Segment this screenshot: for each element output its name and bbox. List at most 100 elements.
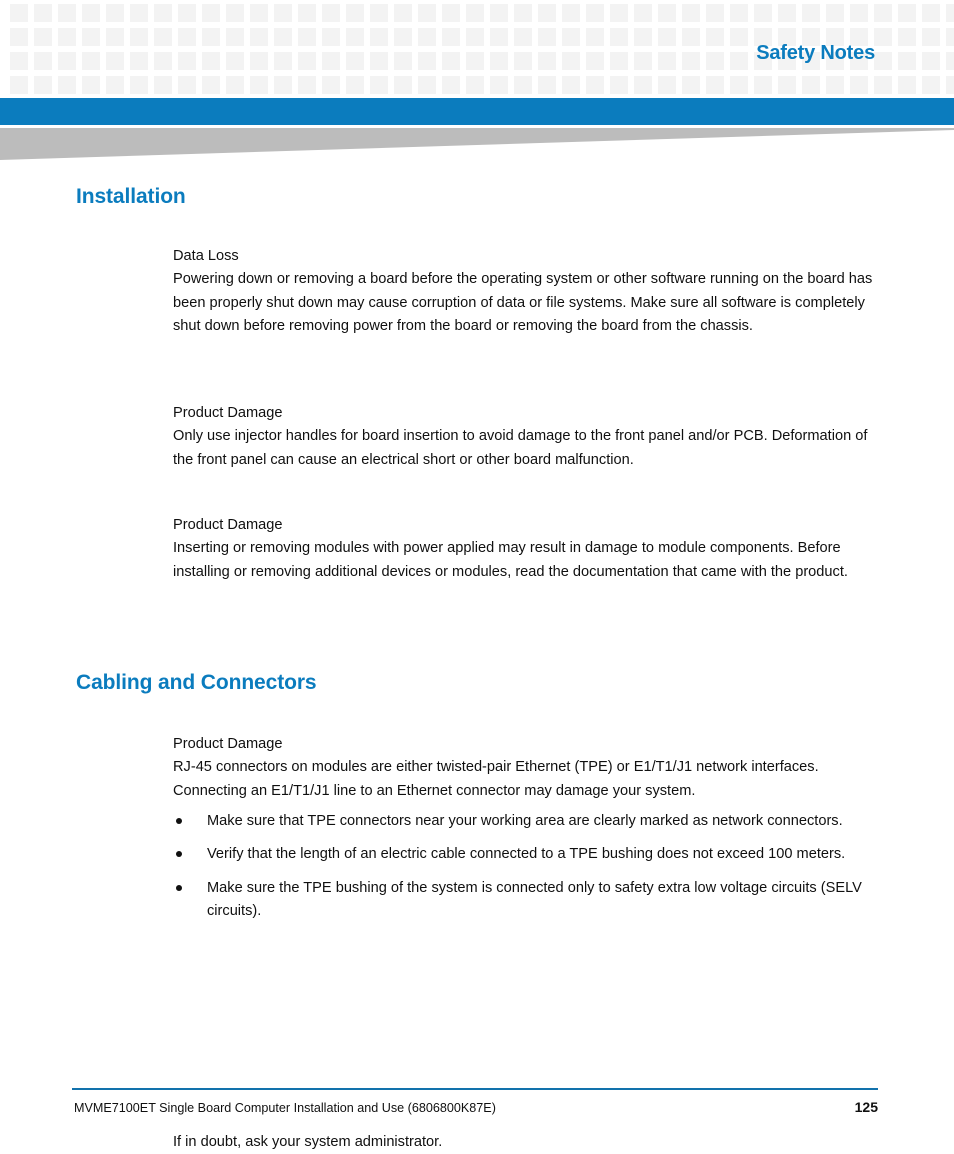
list-item: Make sure the TPE bushing of the system …: [173, 877, 878, 924]
checker-cell: [154, 76, 172, 94]
note-block-product-damage-3: Product Damage RJ-45 connectors on modul…: [173, 733, 878, 803]
checker-cell: [178, 76, 196, 94]
checker-cell: [130, 28, 148, 46]
checker-cell: [922, 76, 940, 94]
page-footer: MVME7100ET Single Board Computer Install…: [0, 1088, 954, 1145]
checker-cell: [274, 4, 292, 22]
checker-cell: [586, 28, 604, 46]
checker-cell: [58, 52, 76, 70]
checker-cell: [586, 76, 604, 94]
checker-cell: [154, 4, 172, 22]
checker-cell: [826, 4, 844, 22]
checker-cell: [682, 28, 700, 46]
checker-cell: [634, 4, 652, 22]
checker-cell: [10, 52, 28, 70]
checker-cell: [898, 52, 916, 70]
list-item: Make sure that TPE connectors near your …: [173, 810, 878, 833]
checker-cell: [34, 76, 52, 94]
checker-cell: [202, 52, 220, 70]
checker-cell: [322, 52, 340, 70]
checker-cell: [322, 28, 340, 46]
checker-cell: [946, 52, 954, 70]
checker-cell: [418, 76, 436, 94]
checker-cell: [682, 52, 700, 70]
checker-cell: [418, 28, 436, 46]
note-title: Product Damage: [173, 405, 283, 421]
checker-cell: [490, 28, 508, 46]
section-heading-installation: Installation: [76, 185, 186, 208]
checker-cell: [466, 28, 484, 46]
checker-cell: [634, 76, 652, 94]
checker-cell: [274, 76, 292, 94]
checker-cell: [370, 52, 388, 70]
checker-cell: [562, 52, 580, 70]
checker-cell: [394, 52, 412, 70]
checker-cell: [538, 52, 556, 70]
checker-cell: [298, 76, 316, 94]
checker-cell: [730, 4, 748, 22]
checker-cell: [322, 76, 340, 94]
checker-cell: [682, 4, 700, 22]
checker-cell: [442, 76, 460, 94]
checker-cell: [370, 76, 388, 94]
checker-cell: [922, 4, 940, 22]
cabling-bullet-list: Make sure that TPE connectors near your …: [173, 810, 878, 933]
checker-cell: [610, 52, 628, 70]
checker-cell: [754, 4, 772, 22]
checker-cell: [946, 28, 954, 46]
checker-cell: [130, 52, 148, 70]
checker-cell: [634, 28, 652, 46]
checker-cell: [418, 52, 436, 70]
checker-cell: [898, 4, 916, 22]
checker-cell: [178, 52, 196, 70]
checker-cell: [562, 4, 580, 22]
checker-cell: [298, 52, 316, 70]
checker-cell: [490, 52, 508, 70]
checker-cell: [634, 52, 652, 70]
checker-cell: [298, 4, 316, 22]
checker-cell: [346, 28, 364, 46]
checker-cell: [250, 28, 268, 46]
checker-cell: [34, 4, 52, 22]
checker-cell: [706, 76, 724, 94]
checker-cell: [730, 28, 748, 46]
checker-cell: [658, 76, 676, 94]
checker-cell: [874, 28, 892, 46]
checker-cell: [202, 4, 220, 22]
header-blue-bar: [0, 98, 954, 125]
checker-cell: [586, 52, 604, 70]
checker-cell: [898, 28, 916, 46]
checker-cell: [898, 76, 916, 94]
checker-cell: [874, 52, 892, 70]
checker-cell: [370, 28, 388, 46]
bullet-dot-icon: [176, 851, 182, 858]
bullet-dot-icon: [176, 818, 182, 824]
checker-cell: [706, 28, 724, 46]
checker-cell: [922, 52, 940, 70]
checker-cell: [466, 52, 484, 70]
checker-cell: [562, 28, 580, 46]
checker-cell: [778, 76, 796, 94]
checker-cell: [226, 76, 244, 94]
checker-cell: [322, 4, 340, 22]
checker-cell: [706, 52, 724, 70]
footer-divider: [72, 1088, 878, 1090]
checker-cell: [418, 4, 436, 22]
checker-cell: [946, 76, 954, 94]
checker-cell: [538, 28, 556, 46]
checker-cell: [370, 4, 388, 22]
checker-cell: [442, 4, 460, 22]
bullet-dot-icon: [176, 884, 182, 891]
note-block-product-damage-2: Product Damage Inserting or removing mod…: [173, 514, 878, 584]
running-head-safety-notes: Safety Notes: [756, 42, 875, 64]
checker-cell: [130, 4, 148, 22]
checker-cell: [658, 52, 676, 70]
page-header: Safety Notes: [0, 0, 954, 98]
checker-cell: [490, 76, 508, 94]
checker-cell: [226, 4, 244, 22]
checker-cell: [754, 76, 772, 94]
note-body: Inserting or removing modules with power…: [173, 540, 848, 580]
checker-cell: [106, 76, 124, 94]
checker-cell: [442, 52, 460, 70]
checker-cell: [178, 28, 196, 46]
